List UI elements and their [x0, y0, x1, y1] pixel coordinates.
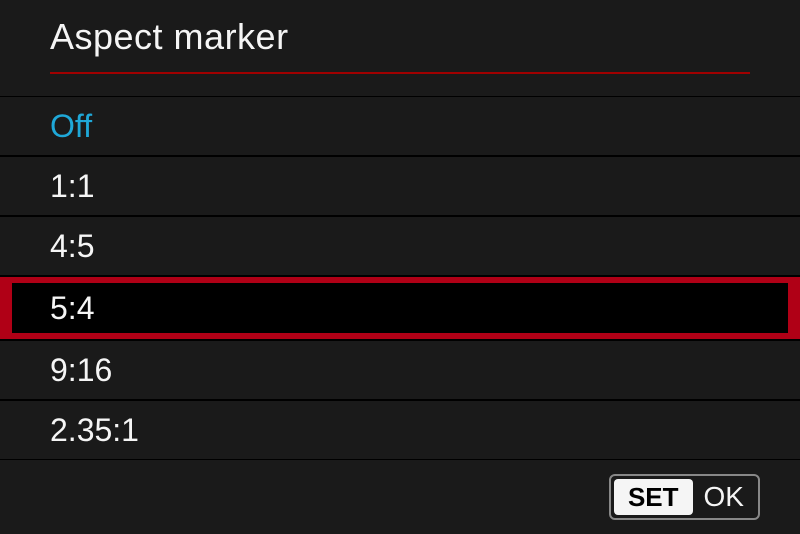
- ok-label: OK: [696, 476, 758, 518]
- option-2-35-1[interactable]: 2.35:1: [0, 400, 800, 460]
- option-label: 9:16: [50, 352, 112, 389]
- option-highlight-inner: 5:4: [12, 283, 788, 333]
- options-list: Off 1:1 4:5 5:4 9:16 2.35:1: [0, 96, 800, 460]
- set-label: SET: [614, 479, 693, 515]
- header-underline: [50, 72, 750, 74]
- page-title: Aspect marker: [50, 16, 750, 58]
- option-label: 2.35:1: [50, 412, 139, 449]
- option-5-4[interactable]: 5:4: [0, 276, 800, 340]
- menu-header: Aspect marker: [0, 0, 800, 68]
- option-label: 1:1: [50, 168, 94, 205]
- option-off[interactable]: Off: [0, 96, 800, 156]
- option-4-5[interactable]: 4:5: [0, 216, 800, 276]
- option-label: Off: [50, 108, 92, 145]
- option-9-16[interactable]: 9:16: [0, 340, 800, 400]
- footer: SET OK: [609, 474, 760, 520]
- option-label: 5:4: [50, 290, 94, 327]
- set-ok-button[interactable]: SET OK: [609, 474, 760, 520]
- option-1-1[interactable]: 1:1: [0, 156, 800, 216]
- option-label: 4:5: [50, 228, 94, 265]
- menu-screen: Aspect marker Off 1:1 4:5 5:4 9:16 2.35:…: [0, 0, 800, 534]
